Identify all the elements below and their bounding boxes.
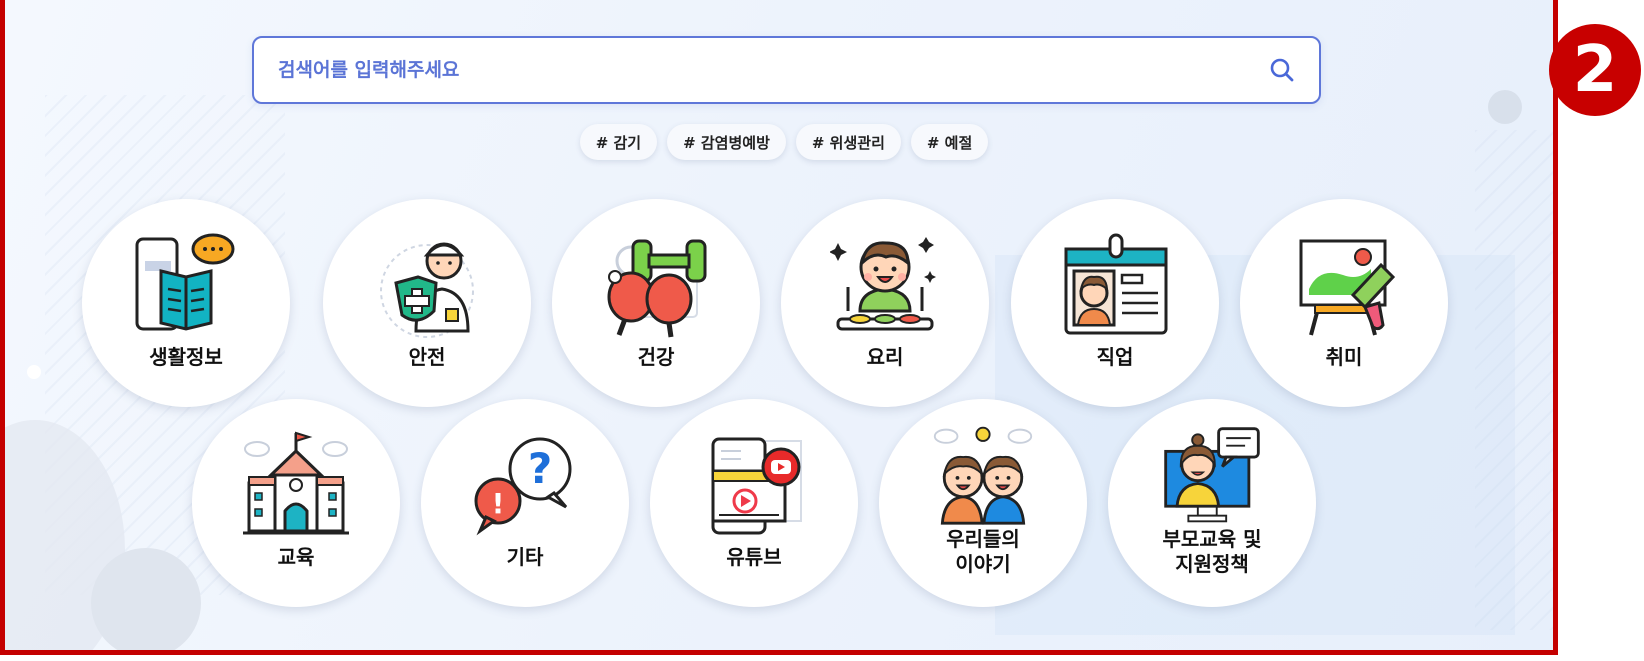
category-label: 직업 [1096, 345, 1134, 369]
category-label: 유튜브 [726, 545, 782, 569]
category-our-stories[interactable]: 우리들의 이야기 [879, 399, 1087, 607]
category-living-info[interactable]: 생활정보 [82, 199, 290, 407]
background-arc [5, 420, 125, 650]
question-bubble-icon: ? ! [474, 437, 572, 536]
search-input[interactable] [276, 58, 1267, 82]
category-label: 요리 [866, 345, 904, 369]
search-bar [252, 36, 1321, 104]
hashtag-list: # 감기 # 감염병예방 # 위생관리 # 예절 [5, 124, 1553, 160]
category-health[interactable]: 건강 [552, 199, 760, 407]
category-safety[interactable]: 안전 [323, 199, 531, 407]
category-label: 건강 [637, 345, 675, 369]
category-label: 안전 [408, 345, 446, 369]
book-phone-icon [135, 233, 235, 331]
svg-text:!: ! [492, 487, 505, 520]
category-label: 취미 [1325, 345, 1363, 369]
category-education[interactable]: 교육 [192, 399, 400, 607]
background-circle [91, 548, 201, 650]
teacher-monitor-icon [1164, 427, 1260, 523]
easel-painting-icon [1299, 239, 1396, 336]
school-building-icon [243, 431, 349, 535]
category-youtube[interactable]: 유튜브 [650, 399, 858, 607]
hashtag-infection-prevention[interactable]: # 감염병예방 [667, 124, 786, 160]
background-dot [1488, 90, 1522, 124]
youtube-video-icon [711, 437, 802, 535]
dumbbell-pingpong-icon [607, 239, 707, 338]
two-kids-icon [933, 426, 1033, 525]
hashtag-hygiene[interactable]: # 위생관리 [795, 124, 901, 160]
svg-text:?: ? [528, 444, 552, 493]
hashtag-cold[interactable]: # 감기 [579, 124, 658, 160]
id-card-icon [1064, 233, 1168, 335]
category-etc[interactable]: ? ! 기타 [421, 399, 629, 607]
category-label: 생활정보 [149, 345, 223, 369]
category-label: 우리들의 이야기 [946, 527, 1020, 576]
hashtag-etiquette[interactable]: # 예절 [910, 124, 989, 160]
step-number-badge: 2 [1549, 24, 1641, 116]
safety-shield-icon [380, 242, 474, 338]
category-label: 부모교육 및 지원정책 [1162, 527, 1262, 576]
category-label: 교육 [277, 545, 315, 569]
search-icon[interactable] [1267, 55, 1297, 85]
category-job[interactable]: 직업 [1011, 199, 1219, 407]
background-dot-small [27, 365, 41, 379]
category-label: 기타 [506, 545, 544, 569]
child-meal-icon [830, 237, 936, 331]
category-cooking[interactable]: 요리 [781, 199, 989, 407]
category-parent-education[interactable]: 부모교육 및 지원정책 [1108, 399, 1316, 607]
category-hobby[interactable]: 취미 [1240, 199, 1448, 407]
background-stripes-right [1475, 130, 1553, 630]
category-panel: # 감기 # 감염병예방 # 위생관리 # 예절 생활정보 [0, 0, 1558, 655]
